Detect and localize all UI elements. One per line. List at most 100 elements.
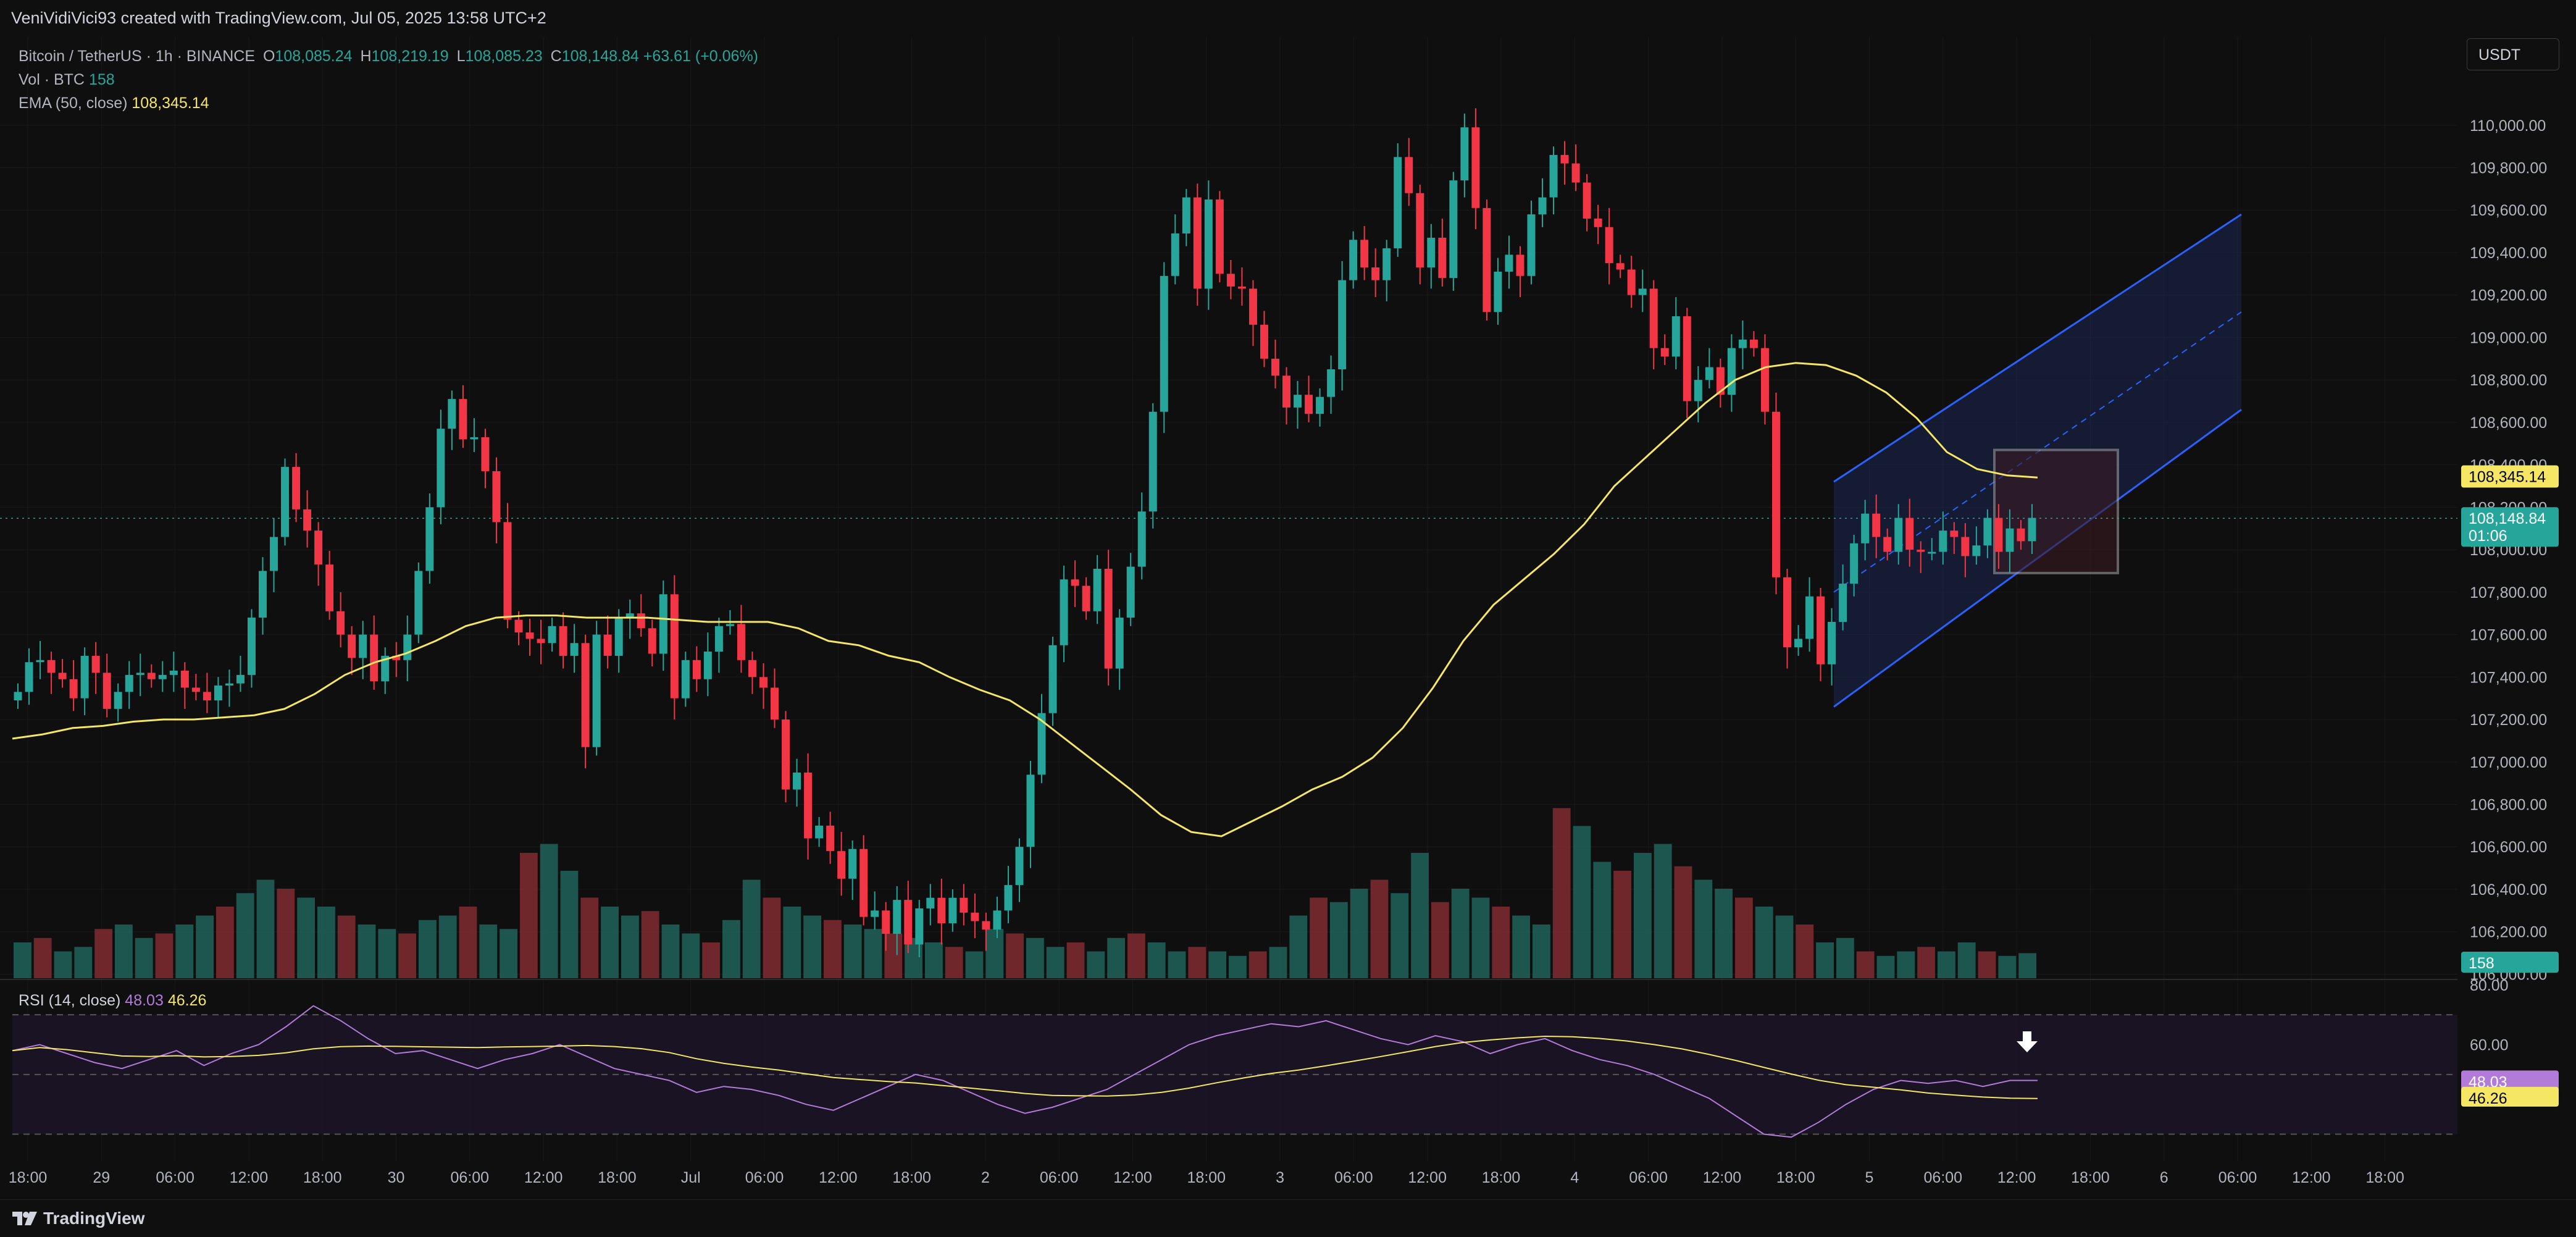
volume-bar	[1026, 937, 1044, 978]
last-price-badge-text: 108,148.84	[2469, 510, 2546, 527]
candle-body	[1538, 197, 1547, 215]
ema-row: EMA (50, close) 108,345.14	[19, 91, 758, 115]
candle-body	[737, 624, 745, 660]
symbol-label: Bitcoin / TetherUS · 1h · BINANCE	[19, 48, 256, 65]
volume-bar	[1674, 866, 1692, 978]
change-value: +63.61 (+0.06%)	[643, 48, 759, 65]
candle-body	[314, 530, 323, 565]
volume-bar	[175, 925, 194, 978]
candle-body	[1527, 214, 1536, 276]
candle-body	[1060, 579, 1068, 645]
candle-body	[459, 399, 467, 440]
candle-body	[214, 686, 222, 701]
candle-body	[47, 660, 56, 673]
time-tick-label: 12:00	[819, 1169, 858, 1186]
price-tick-label: 107,800.00	[2470, 584, 2547, 602]
volume-bar	[1087, 951, 1105, 978]
candle-body	[871, 910, 879, 917]
candle-body	[1594, 218, 1602, 227]
volume-bar	[1755, 907, 1773, 978]
candle-body	[703, 652, 712, 679]
time-tick-label: 18:00	[2365, 1169, 2404, 1186]
candle-body	[859, 849, 868, 917]
candle-body	[1338, 280, 1347, 369]
chart-legend: Bitcoin / TetherUS · 1h · BINANCE O108,0…	[19, 44, 758, 115]
volume-bar	[54, 951, 72, 978]
volume-bar	[925, 942, 943, 978]
volume-bar	[317, 907, 335, 978]
candle-body	[937, 897, 946, 923]
candle-body	[837, 851, 846, 879]
candle-body	[80, 655, 89, 698]
candle-body	[1549, 154, 1558, 198]
volume-bar	[115, 925, 133, 978]
volume-bar	[1796, 925, 1814, 978]
volume-bar	[560, 871, 579, 978]
candle-body	[36, 660, 44, 663]
candle-body	[893, 900, 901, 934]
candle-body	[1471, 127, 1480, 208]
candle-body	[437, 429, 445, 508]
candle-body	[1093, 569, 1102, 611]
volume-bar	[216, 907, 234, 978]
candle-body	[1516, 254, 1524, 276]
tradingview-logo[interactable]: TradingView	[12, 1209, 144, 1228]
volume-bar	[1127, 933, 1145, 978]
time-tick-label: 06:00	[1334, 1169, 1373, 1186]
volume-bar	[1310, 897, 1328, 978]
rsi-value: 48.03	[125, 992, 164, 1009]
candle-body	[1360, 240, 1369, 268]
volume-bar	[398, 933, 416, 978]
volume-bar	[337, 915, 356, 978]
candle-body	[448, 399, 456, 429]
price-tick-label: 107,200.00	[2470, 711, 2547, 729]
time-tick-label: 06:00	[1040, 1169, 1079, 1186]
currency-selector[interactable]: USDT	[2467, 38, 2559, 70]
candle-body	[1760, 348, 1769, 412]
candle-body	[1494, 271, 1502, 312]
volume-bar	[1390, 893, 1409, 978]
candle-body	[69, 679, 78, 698]
volume-bar	[1593, 862, 1612, 978]
volume-bar	[1836, 937, 1854, 978]
candle-body	[470, 437, 479, 440]
candle-body	[403, 634, 412, 660]
candle-body	[1137, 511, 1146, 567]
candle-body	[982, 921, 990, 930]
volume-bar	[1938, 951, 1955, 978]
candle-body	[14, 692, 22, 701]
volume-bars	[14, 808, 2036, 978]
candle-body	[1783, 577, 1791, 648]
volume-bar	[1856, 951, 1875, 978]
candle-body	[948, 897, 957, 923]
volume-bar	[702, 942, 720, 978]
time-tick-label: 18:00	[9, 1169, 48, 1186]
candle-body	[692, 660, 701, 679]
candle-body	[1805, 596, 1814, 639]
time-tick-label: 3	[1276, 1169, 1284, 1186]
volume-bar	[1431, 902, 1449, 978]
price-tick-label: 109,000.00	[2470, 329, 2547, 346]
candle-body	[548, 626, 556, 644]
last-price-badge-text: 01:06	[2469, 527, 2507, 545]
volume-bar	[155, 933, 174, 978]
volume-bar	[1451, 889, 1470, 978]
volume-row: Vol · BTC 158	[19, 68, 758, 91]
price-chart[interactable]: 110,000.00 109,800.00 109,600.00 109,400.00…	[0, 0, 2576, 1236]
ema-price-badge-text: 108,345.14	[2469, 469, 2546, 486]
volume-bar	[1897, 951, 1915, 978]
candle-body	[1605, 227, 1613, 264]
ema-value: 108,345.14	[132, 94, 209, 112]
volume-bar	[33, 937, 52, 978]
volume-bar	[1573, 826, 1591, 978]
candle-body	[926, 897, 935, 908]
open-label: O	[262, 48, 275, 65]
candle-body	[759, 677, 767, 688]
candle-body	[1817, 596, 1825, 665]
volume-bar	[438, 915, 457, 978]
candle-body	[25, 662, 33, 692]
volume-bar	[1613, 871, 1631, 978]
time-tick-label: 18:00	[2071, 1169, 2110, 1186]
time-tick-label: 06:00	[2218, 1169, 2257, 1186]
candle-body	[425, 507, 434, 571]
